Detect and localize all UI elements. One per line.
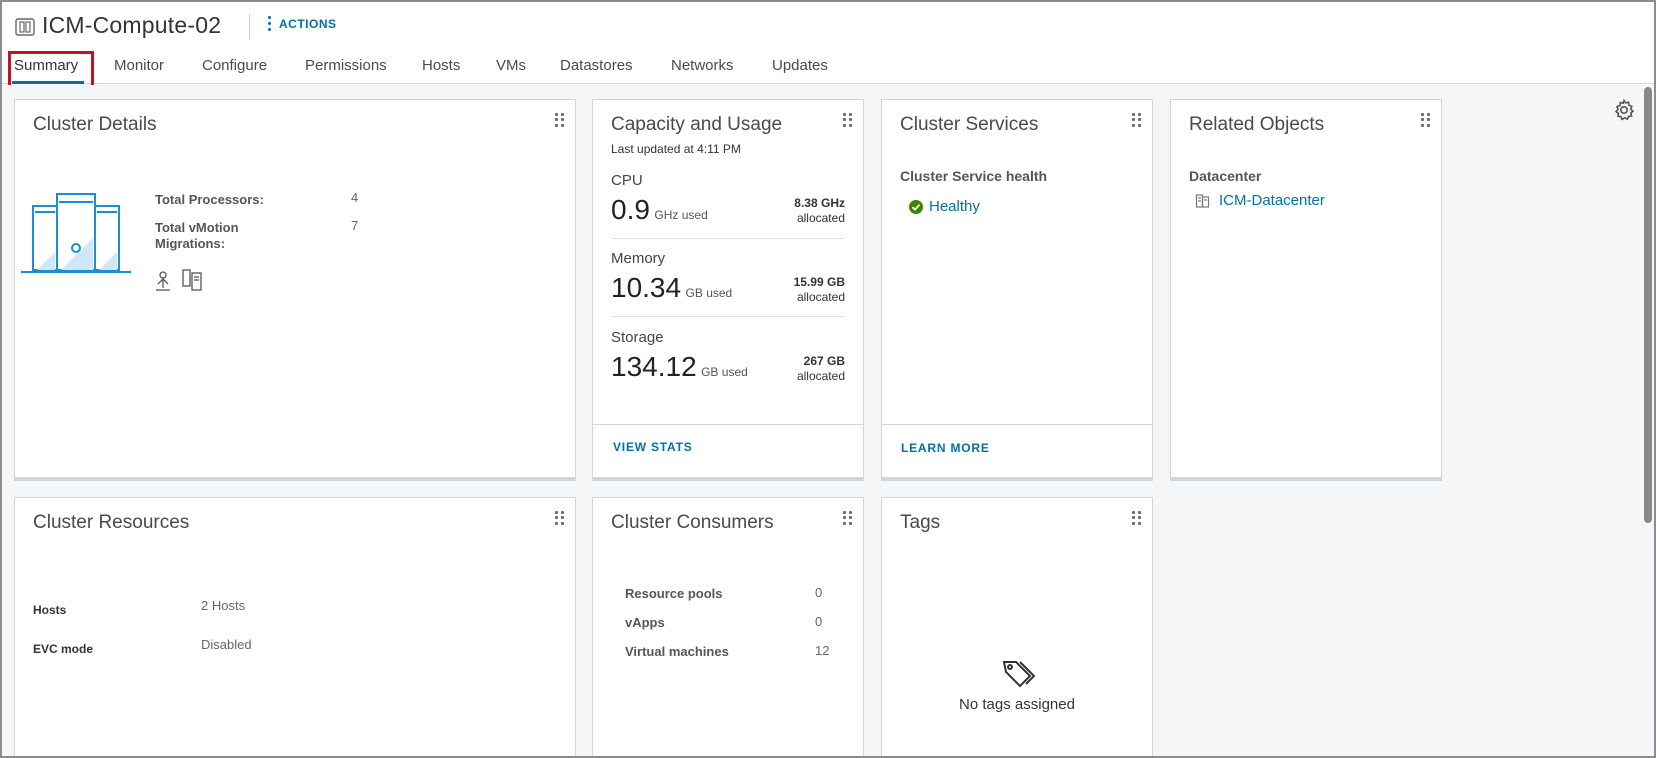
cluster-details-card: Cluster Details Total Processors: 4 Tota… <box>14 99 576 481</box>
vertical-scrollbar[interactable] <box>1644 87 1652 523</box>
metric-value: 10.34 <box>611 272 682 303</box>
detail-value: 4 <box>351 190 359 205</box>
metric-divider <box>611 238 845 239</box>
card-title: Tags <box>900 512 941 533</box>
allocated-label: allocated <box>796 211 845 225</box>
consumer-value: 0 <box>815 585 823 600</box>
drs-icon[interactable] <box>181 268 203 292</box>
allocated-value: 15.99 GB <box>793 275 845 289</box>
card-title: Cluster Details <box>33 114 157 135</box>
consumer-value: 0 <box>815 614 823 629</box>
summary-content: Cluster Details Total Processors: 4 Tota… <box>2 85 1654 756</box>
card-title: Cluster Resources <box>33 512 190 533</box>
ha-icon[interactable] <box>153 270 173 292</box>
tab-permissions[interactable]: Permissions <box>305 57 387 74</box>
title-divider <box>249 14 250 40</box>
resource-label: Hosts <box>33 603 67 617</box>
cluster-resources-card: Cluster Resources Hosts 2 Hosts EVC mode… <box>14 497 576 756</box>
allocated-value: 8.38 GHz <box>794 196 845 210</box>
metric-value: 0.9 <box>611 194 650 225</box>
resource-value: 2 Hosts <box>201 598 246 613</box>
resource-value: Disabled <box>201 637 252 652</box>
tab-configure[interactable]: Configure <box>202 57 267 74</box>
datacenter-icon <box>1195 193 1210 208</box>
metric-name: CPU <box>611 172 643 189</box>
card-footer-divider <box>593 424 863 425</box>
drag-handle-icon[interactable] <box>1421 113 1431 127</box>
object-title: ICM-Compute-02 <box>42 12 222 38</box>
storage-used: 134.12 GB used <box>611 351 748 383</box>
detail-label: Total vMotion Migrations: <box>155 220 239 251</box>
gear-icon[interactable] <box>1612 98 1636 122</box>
card-title: Cluster Consumers <box>611 512 774 533</box>
capacity-usage-card: Capacity and Usage Last updated at 4:11 … <box>592 99 864 481</box>
card-title: Related Objects <box>1189 114 1325 135</box>
detail-value: 7 <box>351 218 359 233</box>
drag-handle-icon[interactable] <box>843 113 853 127</box>
datacenter-row: ICM-Datacenter <box>1195 192 1325 209</box>
card-footer-divider <box>882 424 1152 425</box>
tab-vms[interactable]: VMs <box>496 57 526 74</box>
cluster-icon <box>15 18 35 36</box>
storage-allocated: 267 GB allocated <box>797 354 845 384</box>
tab-monitor[interactable]: Monitor <box>114 57 164 74</box>
app-frame: ICM-Compute-02 ACTIONS Summary Monitor C… <box>0 0 1656 758</box>
check-circle-icon <box>909 199 923 214</box>
card-title: Cluster Services <box>900 114 1039 135</box>
drag-handle-icon[interactable] <box>555 113 565 127</box>
tab-hosts[interactable]: Hosts <box>422 57 460 74</box>
detail-label: Total Processors: <box>155 192 264 207</box>
allocated-value: 267 GB <box>803 354 845 368</box>
learn-more-link[interactable]: LEARN MORE <box>901 441 990 455</box>
last-updated-text: Last updated at 4:11 PM <box>611 142 741 156</box>
memory-allocated: 15.99 GB allocated <box>794 275 845 305</box>
cluster-services-card: Cluster Services Cluster Service health … <box>881 99 1153 481</box>
service-health-label: Cluster Service health <box>900 168 1048 184</box>
drag-handle-icon[interactable] <box>1132 511 1142 525</box>
allocated-label: allocated <box>796 290 845 304</box>
metric-name: Memory <box>611 250 666 267</box>
cpu-allocated: 8.38 GHz allocated <box>794 196 845 226</box>
datacenter-link[interactable]: ICM-Datacenter <box>1219 192 1325 209</box>
no-tags-text: No tags assigned <box>959 696 1075 713</box>
view-stats-link[interactable]: VIEW STATS <box>613 440 693 454</box>
memory-used: 10.34 GB used <box>611 272 732 304</box>
tab-datastores[interactable]: Datastores <box>560 57 633 74</box>
tag-icon <box>1002 661 1036 688</box>
cluster-illustration-icon <box>21 193 131 273</box>
health-status: Healthy <box>908 198 980 215</box>
metric-divider <box>611 316 845 317</box>
metric-unit: GB used <box>685 286 733 300</box>
consumer-label: Resource pools <box>625 586 723 601</box>
datacenter-label: Datacenter <box>1189 168 1262 184</box>
object-header: ICM-Compute-02 ACTIONS Summary Monitor C… <box>2 2 1654 84</box>
resource-label: EVC mode <box>33 642 94 656</box>
drag-handle-icon[interactable] <box>555 511 565 525</box>
healthy-status-link[interactable]: Healthy <box>929 198 980 215</box>
card-title: Capacity and Usage <box>611 114 783 135</box>
metric-unit: GHz used <box>654 208 708 222</box>
consumer-label: Virtual machines <box>625 644 729 659</box>
consumer-value: 12 <box>815 643 830 658</box>
cpu-used: 0.9 GHz used <box>611 194 708 226</box>
actions-label: ACTIONS <box>279 16 337 31</box>
actions-menu-button[interactable]: ACTIONS <box>268 16 337 31</box>
metric-value: 134.12 <box>611 351 697 382</box>
allocated-label: allocated <box>796 369 845 383</box>
tab-networks[interactable]: Networks <box>671 57 734 74</box>
cluster-consumers-card: Cluster Consumers Resource pools 0 vApps… <box>592 497 864 756</box>
tab-updates[interactable]: Updates <box>772 57 828 74</box>
drag-handle-icon[interactable] <box>843 511 853 525</box>
metric-unit: GB used <box>701 365 748 379</box>
consumer-label: vApps <box>625 615 665 630</box>
drag-handle-icon[interactable] <box>1132 113 1142 127</box>
related-objects-card: Related Objects Datacenter ICM-Datacente… <box>1170 99 1442 481</box>
metric-name: Storage <box>611 329 664 346</box>
vertical-ellipsis-icon <box>268 16 271 31</box>
tags-card: Tags No tags assigned <box>881 497 1153 756</box>
